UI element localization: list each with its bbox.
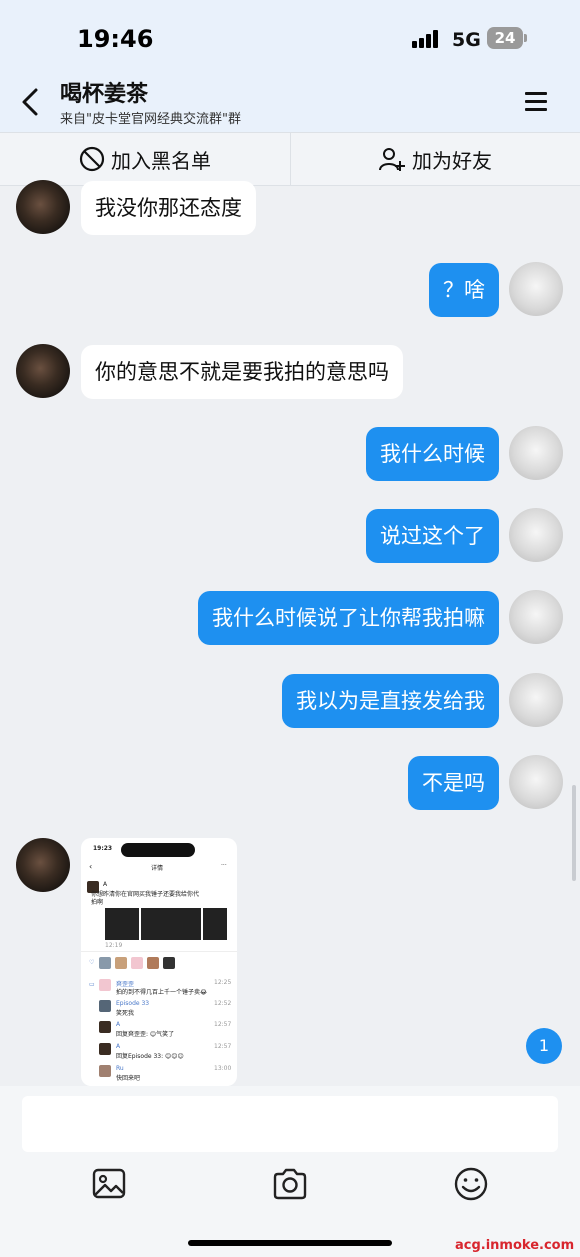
image-poster-name: A [103,881,108,888]
image-comment-text: 回复爽歪歪: 😊气笑了 [116,1031,175,1038]
signal-icon [412,30,442,48]
image-comment-name: Episode 33 [116,1000,150,1007]
status-bar: 19:46 5G 24 [0,0,580,74]
image-comment-text: 拍的到不得几百上千一个锤子卖😂 [116,989,208,996]
image-page-title: 详情 [151,865,164,872]
avatar[interactable] [509,262,563,316]
avatar[interactable] [509,508,563,562]
avatar[interactable] [16,180,70,234]
image-comment-time: 12:25 [214,979,232,986]
network-type: 5G [452,29,481,51]
image-comment-text: 笑死我 [116,1010,135,1017]
image-icon[interactable] [89,1164,129,1204]
avatar[interactable] [509,673,563,727]
image-comment-avatar [99,1043,111,1055]
image-comment-avatar [99,979,111,991]
image-post-time: 12:19 [105,942,123,949]
message-input[interactable] [22,1096,558,1152]
chat-scrollbar[interactable] [572,785,576,881]
image-comment-avatar [99,1021,111,1033]
back-chevron-icon[interactable] [16,84,46,120]
image-message[interactable]: 19:23 ‹ 详情 ··· A 你想昨清你在官网买我锤子还要我给你代 拍啊 1… [81,838,237,1086]
image-post-photo [141,908,201,940]
avatar[interactable] [16,344,70,398]
message-bubble[interactable]: 我没你那还态度 [81,181,256,235]
avatar[interactable] [509,426,563,480]
add-friend-button[interactable]: 加为好友 [290,133,580,185]
camera-icon[interactable] [270,1164,310,1204]
image-post-text: 拍啊 [91,899,104,906]
image-divider [81,951,237,952]
block-button[interactable]: 加入黑名单 [0,133,290,185]
image-comment-name: A [116,1043,121,1050]
image-status-time: 19:23 [93,845,113,852]
image-post-photo [105,908,139,940]
message-bubble[interactable]: ？啥 [429,263,499,317]
image-post-photo [203,908,227,940]
image-comment-icon: ▭ [89,981,95,988]
image-comment-time: 12:57 [214,1043,232,1050]
image-comment-name: A [116,1021,121,1028]
image-like-avatar [115,957,127,969]
image-comment-time: 12:52 [214,1000,232,1007]
image-comment-text: 快回来吧 [116,1075,141,1082]
home-indicator[interactable] [188,1240,392,1246]
message-bubble[interactable]: 我以为是直接发给我 [282,674,499,728]
image-comment-avatar [99,1065,111,1077]
message-bubble[interactable]: 说过这个了 [366,509,499,563]
image-back-icon: ‹ [89,862,93,871]
image-comment-text: 回复Episode 33: 😊😊😊 [116,1053,184,1060]
image-more-icon: ··· [221,862,227,869]
dynamic-island [121,843,195,857]
add-friend-label: 加为好友 [412,148,492,173]
image-like-icon: ♡ [89,959,95,966]
image-like-avatar [163,957,175,969]
message-bubble[interactable]: 我什么时候说了让你帮我拍嘛 [198,591,499,645]
menu-icon[interactable] [525,90,551,112]
image-post-text: 你想昨清你在官网买我锤子还要我给你代 [91,891,200,898]
composer-panel [0,1086,580,1257]
message-bubble[interactable]: 不是吗 [408,756,499,810]
emoji-icon[interactable] [451,1164,491,1204]
image-like-avatar [131,957,143,969]
image-comment-time: 12:57 [214,1021,232,1028]
unread-badge[interactable]: 1 [526,1028,562,1064]
contact-name: 喝杯姜茶 [60,82,149,107]
add-friend-icon [379,148,405,171]
status-time: 19:46 [77,25,154,53]
avatar[interactable] [509,755,563,809]
block-label: 加入黑名单 [111,148,211,173]
image-like-avatar [99,957,111,969]
stranger-action-bar: 加入黑名单 加为好友 [0,132,580,186]
chat-header: 喝杯姜茶 来自"皮卡堂官网经典交流群"群 [0,74,580,132]
message-bubble[interactable]: 你的意思不就是要我拍的意思吗 [81,345,403,399]
avatar[interactable] [509,590,563,644]
image-like-avatar [147,957,159,969]
avatar[interactable] [16,838,70,892]
battery-indicator: 24 [487,27,527,49]
image-comment-name: Ru [116,1065,124,1072]
message-bubble[interactable]: 我什么时候 [366,427,499,481]
image-comment-time: 13:00 [214,1065,232,1072]
block-icon [79,146,105,172]
image-comment-avatar [99,1000,111,1012]
watermark: acg.inmoke.com [455,1238,575,1253]
contact-source: 来自"皮卡堂官网经典交流群"群 [60,112,241,127]
